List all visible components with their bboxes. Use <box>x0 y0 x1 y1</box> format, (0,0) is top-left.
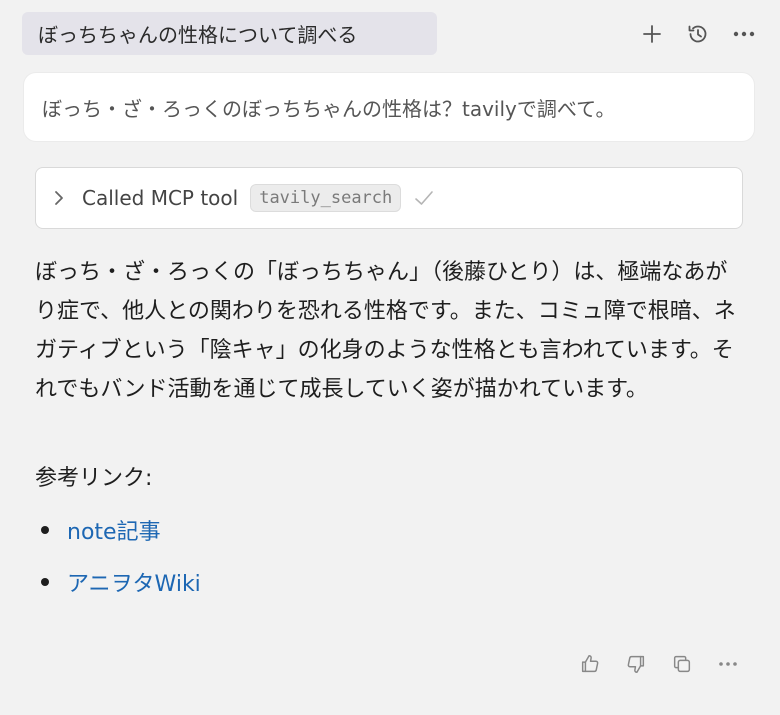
message-actions <box>578 652 740 676</box>
references-label: 参考リンク: <box>35 466 153 491</box>
assistant-response: ぼっち・ざ・ろっくの「ぼっちちゃん」（後藤ひとり）は、極端なあがり症で、他人との… <box>35 253 745 409</box>
more-icon[interactable] <box>730 20 758 48</box>
tool-call-label: Called MCP tool <box>82 186 239 210</box>
chat-title[interactable]: ぼっちちゃんの性格について調べる <box>22 12 437 55</box>
bullet <box>41 526 49 534</box>
list-item: note記事 <box>35 510 201 550</box>
tool-call-toggle[interactable]: Called MCP tool tavily_search <box>35 167 743 229</box>
copy-icon[interactable] <box>670 652 694 676</box>
note-article-link[interactable]: note記事 <box>67 514 161 546</box>
user-message: ぼっち・ざ・ろっくのぼっちちゃんの性格は？tavilyで調べて。 <box>24 73 754 141</box>
chevron-right-icon <box>52 189 70 207</box>
list-item: アニヲタWiki <box>35 562 201 602</box>
history-icon[interactable] <box>684 20 712 48</box>
more-icon[interactable] <box>716 652 740 676</box>
plus-icon[interactable] <box>638 20 666 48</box>
bullet <box>41 578 49 586</box>
header-actions <box>638 12 758 55</box>
response-paragraph: ぼっち・ざ・ろっくの「ぼっちちゃん」（後藤ひとり）は、極端なあがり症で、他人との… <box>35 260 736 402</box>
thumbs-down-icon[interactable] <box>624 652 648 676</box>
thumbs-up-icon[interactable] <box>578 652 602 676</box>
tool-name-badge: tavily_search <box>250 184 402 212</box>
chat-header: ぼっちちゃんの性格について調べる <box>22 12 758 56</box>
aniwota-wiki-link[interactable]: アニヲタWiki <box>67 566 201 598</box>
reference-links: note記事 アニヲタWiki <box>35 510 201 614</box>
chat-panel: ぼっちちゃんの性格について調べる ぼっち・ざ・ろっくのぼっちちゃんの性格は？ta… <box>0 0 780 715</box>
check-icon <box>413 187 435 209</box>
